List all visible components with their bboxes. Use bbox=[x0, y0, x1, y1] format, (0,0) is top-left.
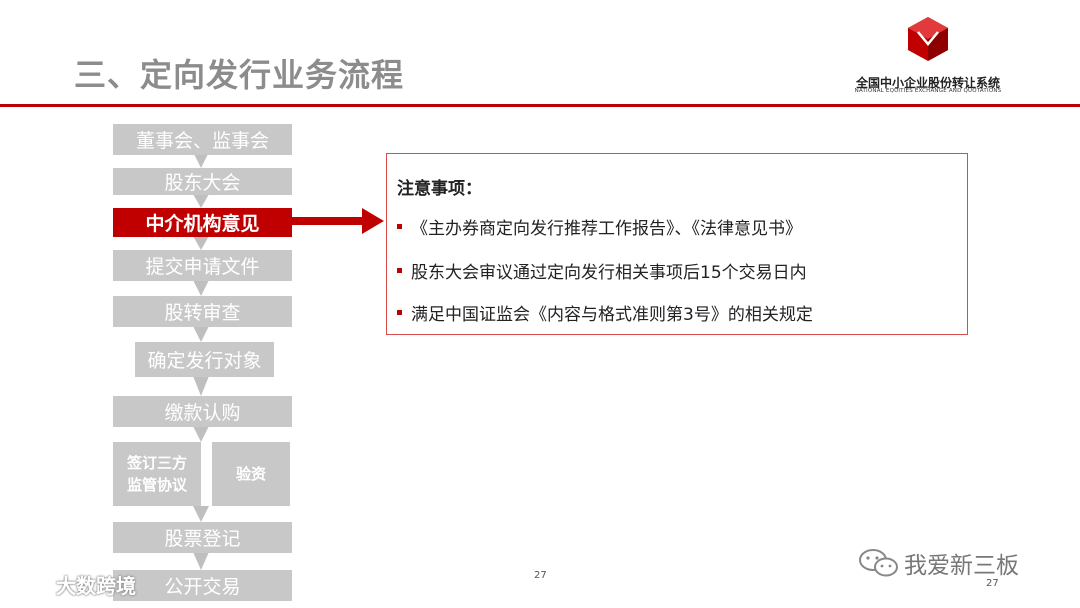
watermark-text: 我爱新三板 bbox=[904, 553, 1019, 579]
dashujiajing-logo-icon bbox=[9, 575, 52, 592]
page-number: 27 bbox=[534, 570, 547, 581]
flow-step-board-meeting: 董事会、监事会 bbox=[113, 124, 292, 155]
flow-step-submit-application: 提交申请文件 bbox=[113, 250, 292, 281]
notice-item: 股东大会审议通过定向发行相关事项后15个交易日内 bbox=[397, 258, 807, 283]
flow-step-tripartite-agreement: 签订三方 监管协议 bbox=[113, 442, 201, 506]
bullet-square-icon bbox=[397, 309, 402, 315]
flow-step-determine-investors: 确定发行对象 bbox=[135, 342, 274, 377]
watermark-brand: 大数跨境 bbox=[8, 570, 136, 599]
notice-item: 《主办券商定向发行推荐工作报告》、《法律意见书》 bbox=[397, 214, 802, 239]
flow-step-public-trading: 公开交易 bbox=[113, 570, 292, 601]
flow-step-shareholders-meeting: 股东大会 bbox=[113, 168, 292, 195]
flow-step-payment-subscription: 缴款认购 bbox=[113, 396, 292, 427]
flow-step-capital-verification: 验资 bbox=[212, 442, 290, 506]
bullet-square-icon bbox=[397, 223, 402, 229]
agreement-line-2: 监管协议 bbox=[126, 476, 187, 494]
logo-english-name: NATIONAL EQUITIES EXCHANGE AND QUOTATION… bbox=[854, 88, 1002, 94]
agreement-line-1: 签订三方 bbox=[126, 454, 187, 472]
process-flowchart: 董事会、监事会 股东大会 中介机构意见 提交申请文件 股转审查 确定发行对象 缴… bbox=[0, 0, 300, 608]
pointer-arrow-icon bbox=[292, 208, 384, 234]
neeq-logo-icon bbox=[908, 17, 948, 61]
flow-step-review: 股转审查 bbox=[113, 296, 292, 327]
watermark-brand-text: 大数跨境 bbox=[56, 574, 136, 598]
bullet-square-icon bbox=[397, 267, 402, 273]
flow-step-intermediary-opinion: 中介机构意见 bbox=[113, 208, 292, 237]
wechat-icon bbox=[859, 549, 898, 577]
watermark-wechat: 我爱新三板 bbox=[858, 546, 1019, 580]
notice-title: 注意事项： bbox=[397, 179, 482, 199]
notice-box: 注意事项： 《主办券商定向发行推荐工作报告》、《法律意见书》 股东大会审议通过定… bbox=[386, 153, 968, 335]
flow-step-share-registration: 股票登记 bbox=[113, 522, 292, 553]
notice-item: 满足中国证监会《内容与格式准则第3号》的相关规定 bbox=[397, 300, 813, 325]
